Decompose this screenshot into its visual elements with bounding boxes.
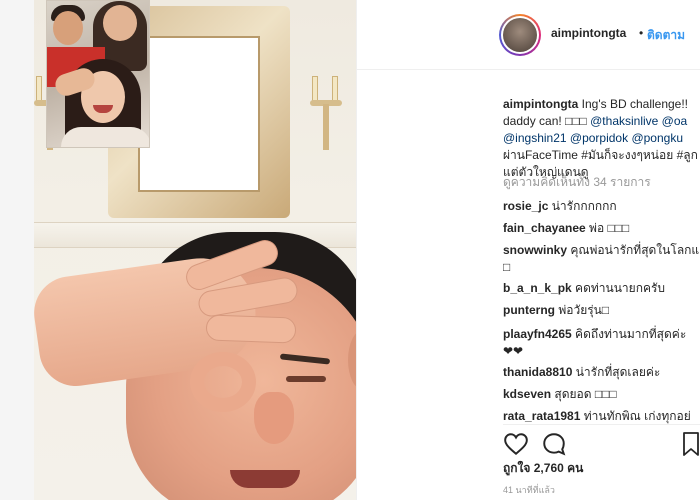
- caption-line: @ingshin21 @porpidok @pongku: [503, 130, 700, 147]
- comment-text: คิดถึงท่านมากที่สุดค่ะ: [571, 327, 687, 341]
- avatar-image: [503, 18, 537, 52]
- comment-icon[interactable]: [541, 431, 567, 457]
- comment: rata_rata1981 ท่านทักพิณ เก่งทุกอย่: [503, 408, 700, 424]
- comment-text: ท่านทักพิณ เก่งทุกอย่: [580, 409, 691, 423]
- comment-username[interactable]: kdseven: [503, 387, 551, 401]
- post-caption: aimpintongta Ing's BD challenge!! daddy …: [503, 96, 700, 181]
- comment-text: น่ารักกกกกก: [548, 199, 617, 213]
- author-username[interactable]: aimpintongta: [551, 26, 626, 40]
- facetime-pip-video: [46, 0, 150, 148]
- caption-text: daddy can! □□□: [503, 114, 591, 128]
- comment-username[interactable]: plaayfn4265: [503, 327, 572, 341]
- mirror-glass: [138, 36, 260, 192]
- person-face: [103, 5, 137, 41]
- comment-username[interactable]: b_a_n_k_pk: [503, 281, 572, 295]
- comment-username[interactable]: fain_chayanee: [503, 221, 586, 235]
- comment: fain_chayanee พ่อ □□□: [503, 220, 700, 237]
- comment: thanida8810 น่ารักที่สุดเลยค่ะ: [503, 364, 700, 381]
- candle: [332, 76, 338, 102]
- mention-link[interactable]: @thaksinlive: [590, 114, 658, 128]
- shoulder: [61, 127, 149, 147]
- comment: punterng พ่อวัยรุ่น□: [503, 302, 700, 319]
- post-details-panel: aimpintongta • ติดตาม aimpintongta Ing's…: [356, 0, 700, 500]
- post-header: aimpintongta • ติดตาม: [357, 0, 700, 70]
- caption-line: daddy can! □□□ @thaksinlive @oa: [503, 113, 700, 130]
- post-timestamp[interactable]: 41 นาทีที่แล้ว: [503, 483, 555, 497]
- comment-text: พ่อ □□□: [585, 221, 630, 235]
- comments-list[interactable]: aimpintongta Ing's BD challenge!! daddy …: [503, 74, 700, 424]
- caption-hashtags[interactable]: ผ่านFaceTime #มันก็จะงงๆหน่อย #ลูก: [503, 147, 700, 164]
- comment: rosie_jc น่ารักกกกกก: [503, 198, 700, 215]
- comment: plaayfn4265 คิดถึงท่านมากที่สุดค่ะ ❤❤: [503, 326, 700, 360]
- candle: [36, 76, 42, 102]
- avatar[interactable]: [501, 16, 539, 54]
- comment-text: น่ารักที่สุดเลยค่ะ: [572, 365, 661, 379]
- heart-icon[interactable]: [503, 431, 529, 457]
- sconce-stem: [323, 104, 329, 150]
- bookmark-icon[interactable]: [681, 431, 700, 457]
- comment: snowwinky คุณพ่อน่ารักที่สุดในโลกแ □: [503, 242, 700, 276]
- comment-text: พ่อวัยรุ่น□: [555, 303, 610, 317]
- man-eye: [286, 376, 326, 382]
- post-photo[interactable]: [34, 0, 356, 500]
- comment-username[interactable]: punterng: [503, 303, 555, 317]
- comment-username[interactable]: rosie_jc: [503, 199, 548, 213]
- separator-dot: •: [639, 26, 644, 40]
- man-nose: [254, 392, 294, 444]
- mention-link[interactable]: @porpidok: [567, 131, 628, 145]
- mention-link[interactable]: @oa: [658, 114, 688, 128]
- comment-username[interactable]: rata_rata1981: [503, 409, 580, 423]
- comment: b_a_n_k_pk คดท่านนายกครับ: [503, 280, 700, 297]
- mention-link[interactable]: @ingshin21: [503, 131, 567, 145]
- comment-text: คุณพ่อน่ารักที่สุดในโลกแ: [567, 243, 700, 257]
- comment: kdseven สุดยอด □□□: [503, 386, 700, 403]
- candle: [312, 76, 318, 102]
- caption-line: aimpintongta Ing's BD challenge!!: [503, 96, 700, 113]
- comment-text: สุดยอด □□□: [551, 387, 617, 401]
- left-gutter: [0, 0, 34, 500]
- story-ring[interactable]: [499, 14, 541, 56]
- caption-text: Ing's BD challenge!!: [578, 97, 689, 111]
- comment-username[interactable]: thanida8810: [503, 365, 572, 379]
- comment-text-continued: ❤❤: [503, 344, 524, 358]
- comment-text: คดท่านนายกครับ: [571, 281, 666, 295]
- follow-button[interactable]: ติดตาม: [647, 26, 685, 45]
- likes-count[interactable]: ถูกใจ 2,760 คน: [503, 459, 583, 478]
- post-actions: ถูกใจ 2,760 คน 41 นาทีที่แล้ว: [503, 424, 700, 500]
- comment-text-continued: □: [503, 260, 511, 274]
- mention-link[interactable]: @pongku: [628, 131, 683, 145]
- finger: [205, 314, 297, 344]
- view-all-comments-link[interactable]: ดูความคิดเห็นทั้ง 34 รายการ: [503, 174, 651, 191]
- wall-sconce-right: [304, 70, 348, 150]
- comment-username[interactable]: snowwinky: [503, 243, 567, 257]
- person-face: [53, 11, 83, 45]
- caption-username[interactable]: aimpintongta: [503, 97, 578, 111]
- man-mouth: [230, 470, 300, 488]
- ok-sign-ring: [190, 352, 256, 412]
